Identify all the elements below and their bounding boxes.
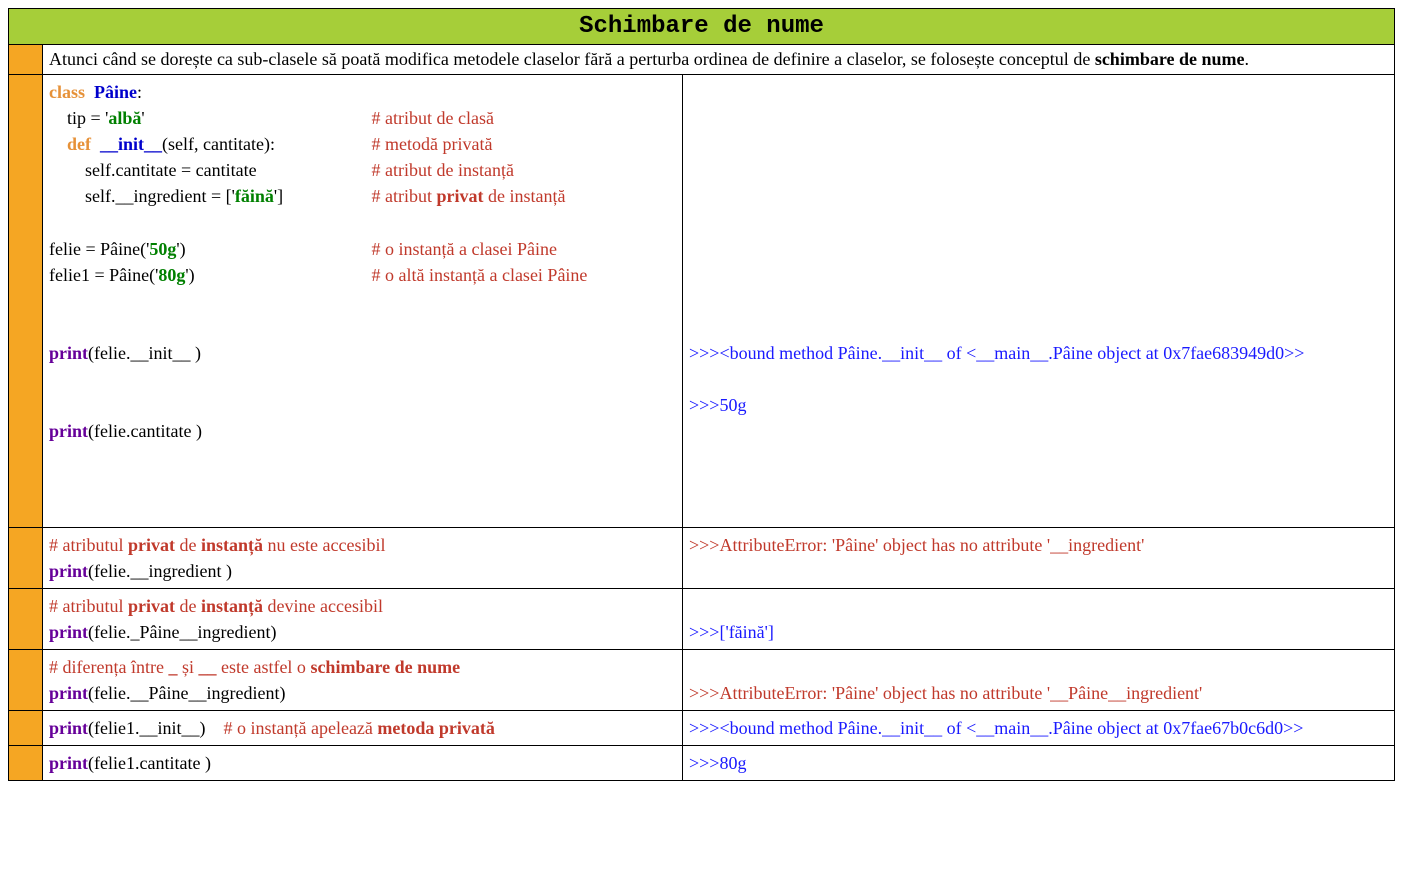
code-comment: # o instanță apelează metoda privată	[223, 718, 494, 738]
output-line: >>>['făină']	[689, 619, 1388, 645]
code-comment: # o instanță a clasei Pâine	[372, 239, 557, 259]
string-literal: 80g	[158, 265, 185, 285]
code-text: ')	[176, 239, 185, 259]
code-text: ')	[185, 265, 194, 285]
code-block: # diferența între _ și __ este astfel o …	[43, 649, 683, 710]
code-text: (felie.__ingredient )	[88, 561, 232, 581]
code-text: ']	[274, 186, 283, 206]
code-text: (felie.__init__ )	[88, 343, 201, 363]
row-marker	[9, 45, 43, 75]
output-error: >>>AttributeError: 'Pâine' object has no…	[689, 532, 1388, 558]
row-marker	[9, 746, 43, 781]
code-comment: # o altă instanță a clasei Pâine	[372, 265, 588, 285]
code-text: felie = Pâine('	[49, 239, 149, 259]
output-line: >>>50g	[689, 392, 1388, 418]
code-comment: # atribut de instanță	[372, 160, 514, 180]
method-name: __init__	[100, 134, 162, 154]
builtin-print: print	[49, 718, 88, 738]
output-block: >>>['făină']	[683, 588, 1395, 649]
code-block: # atributul privat de instanță nu este a…	[43, 527, 683, 588]
output-line: >>>80g	[689, 750, 1388, 776]
code-comment: # atribut privat de instanță	[372, 186, 566, 206]
row-marker	[9, 75, 43, 528]
output-block: >>><bound method Pâine.__init__ of <__ma…	[683, 711, 1395, 746]
output-error: >>>AttributeError: 'Pâine' object has no…	[689, 680, 1388, 706]
row-marker	[9, 711, 43, 746]
intro-text: Atunci când se dorește ca sub-clasele să…	[43, 45, 1395, 75]
output-block: >>>AttributeError: 'Pâine' object has no…	[683, 649, 1395, 710]
builtin-print: print	[49, 622, 88, 642]
code-comment: # atributul privat de instanță nu este a…	[49, 532, 676, 558]
builtin-print: print	[49, 561, 88, 581]
row-marker	[9, 588, 43, 649]
code-text: tip = '	[67, 108, 108, 128]
code-comment: # atributul privat de instanță devine ac…	[49, 593, 676, 619]
string-literal: făină	[235, 186, 274, 206]
row-marker	[9, 527, 43, 588]
code-block-main: class Pâine: tip = 'albă' # atribut de c…	[43, 75, 683, 528]
builtin-print: print	[49, 753, 88, 773]
builtin-print: print	[49, 683, 88, 703]
code-comment: # metodă privată	[372, 134, 493, 154]
code-block: print(felie1.cantitate )	[43, 746, 683, 781]
output-block: >>>AttributeError: 'Pâine' object has no…	[683, 527, 1395, 588]
output-block: >>>80g	[683, 746, 1395, 781]
code-block: # atributul privat de instanță devine ac…	[43, 588, 683, 649]
output-block-main: >>><bound method Pâine.__init__ of <__ma…	[683, 75, 1395, 528]
name-mangling-table: Schimbare de nume Atunci când se dorește…	[8, 8, 1395, 781]
keyword-class: class	[49, 82, 85, 102]
row-marker	[9, 649, 43, 710]
colon: :	[137, 82, 142, 102]
output-line: >>><bound method Pâine.__init__ of <__ma…	[689, 340, 1388, 366]
string-literal: 50g	[149, 239, 176, 259]
keyword-def: def	[67, 134, 91, 154]
class-name: Pâine	[94, 82, 137, 102]
code-text: (felie._Pâine__ingredient)	[88, 622, 276, 642]
code-text: (felie1.__init__)	[88, 718, 205, 738]
intro-part3: .	[1244, 49, 1249, 69]
code-text: (felie.__Pâine__ingredient)	[88, 683, 285, 703]
string-literal: albă	[108, 108, 141, 128]
code-block: print(felie1.__init__) # o instanță apel…	[43, 711, 683, 746]
intro-bold: schimbare de nume	[1095, 49, 1245, 69]
intro-part1: Atunci când se dorește ca sub-clasele să…	[49, 49, 1095, 69]
output-line: >>><bound method Pâine.__init__ of <__ma…	[689, 715, 1388, 741]
code-text: (felie1.cantitate )	[88, 753, 211, 773]
code-comment: # atribut de clasă	[372, 108, 494, 128]
builtin-print: print	[49, 343, 88, 363]
code-text: (self, cantitate):	[162, 134, 275, 154]
code-text: (felie.cantitate )	[88, 421, 202, 441]
builtin-print: print	[49, 421, 88, 441]
code-text: '	[141, 108, 144, 128]
code-text: self.__ingredient = ['	[85, 186, 235, 206]
code-comment: # diferența între _ și __ este astfel o …	[49, 654, 676, 680]
section-title: Schimbare de nume	[9, 9, 1395, 45]
code-text: self.cantitate = cantitate	[85, 160, 257, 180]
code-text: felie1 = Pâine('	[49, 265, 158, 285]
